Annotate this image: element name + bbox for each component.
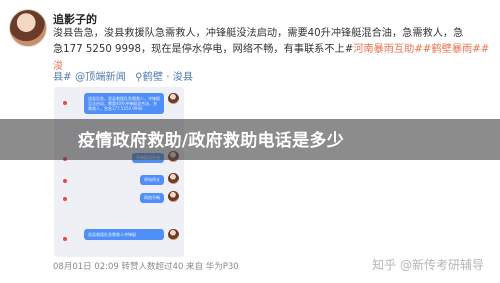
location-link[interactable]: 鹤壁 · 浚县 — [143, 72, 193, 83]
unread-dot-icon — [63, 237, 67, 241]
chat-bubble: 网络不畅 — [140, 193, 164, 203]
unread-dot-icon — [63, 101, 67, 105]
article-title: 疫情政府救助/政府救助电话是多少 — [78, 131, 345, 151]
post-line-2-text: 急177 5250 9998，现在是停水停电，网络不畅，有事联系不上# — [53, 44, 354, 56]
username[interactable]: 追影子的 — [53, 11, 97, 27]
chat-bubble: 浚县告急，浚县救援队急需救人，冲锋艇没法启动，需要40升冲锋艇混合油，急需救人，… — [84, 93, 164, 114]
unread-dot-icon — [63, 179, 67, 183]
video-link[interactable]: @顶端新闻 — [75, 72, 126, 83]
unread-dot-icon — [63, 197, 67, 201]
chat-bubble: 浚县救援队急需救人冲锋艇 — [84, 229, 164, 240]
chat-avatar — [168, 93, 179, 104]
chat-avatar — [168, 229, 179, 240]
chat-avatar — [168, 191, 179, 202]
location-pin-icon: ⚲ — [135, 72, 143, 83]
chat-avatar — [168, 173, 179, 184]
weibo-post: 追影子的 浚县告急，浚县救援队急需救人，冲锋艇没法启动，需要40升冲锋艇混合油，… — [0, 0, 500, 283]
post-line-1: 浚县告急，浚县救援队急需救人，冲锋艇没法启动，需要40升冲锋艇混合油，急需救人，… — [53, 28, 464, 39]
user-avatar[interactable] — [9, 9, 47, 47]
post-meta-links: 县# @顶端新闻 ⚲鹤壁 · 浚县 — [53, 68, 193, 83]
chat-screenshot[interactable]: 浚县告急，浚县救援队急需救人，冲锋艇没法启动，需要40升冲锋艇混合油，急需救人，… — [54, 87, 184, 257]
watermark: 知乎 @新传考研辅导 — [372, 258, 484, 272]
post-footer: 08月01日 02:09 转赞人数超过40 来自 华为P30 — [53, 262, 239, 272]
chat-bubble: 停电停水 — [140, 175, 164, 185]
post-line-3: 县# — [53, 72, 72, 83]
